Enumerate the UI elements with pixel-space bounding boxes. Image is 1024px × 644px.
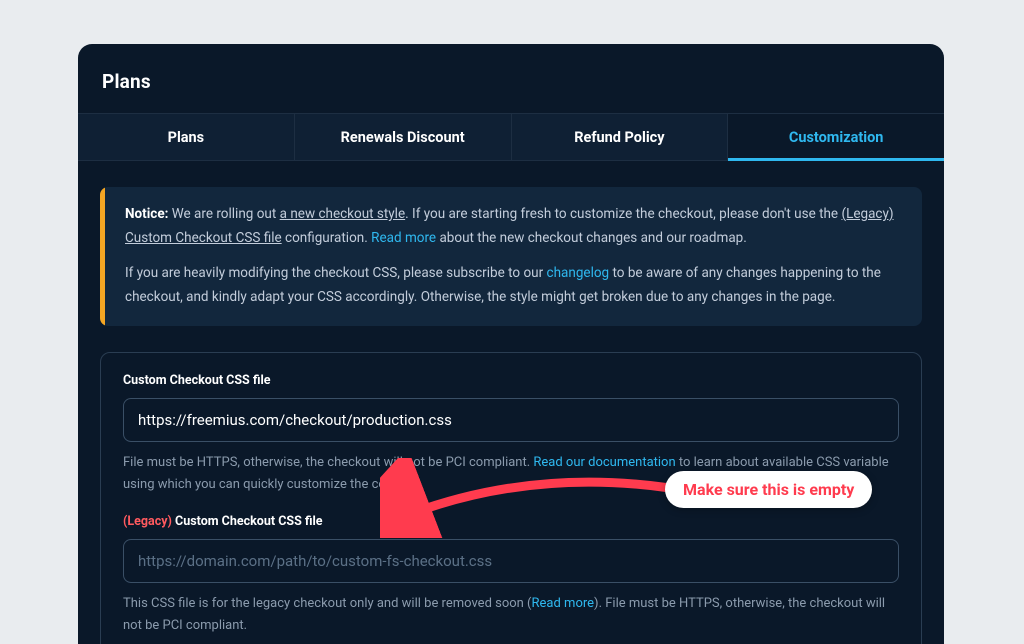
custom-css-label: Custom Checkout CSS file	[123, 373, 899, 388]
legacy-css-label: (Legacy) Custom Checkout CSS file	[123, 514, 899, 529]
notice-paragraph-2: If you are heavily modifying the checkou…	[125, 262, 902, 309]
tab-bar: Plans Renewals Discount Refund Policy Cu…	[78, 113, 944, 161]
tab-renewals-discount[interactable]: Renewals Discount	[295, 114, 512, 161]
custom-css-docs-link[interactable]: Read our documentation	[533, 455, 675, 470]
legacy-css-read-more-link[interactable]: Read more	[532, 596, 595, 611]
settings-panel: Plans Plans Renewals Discount Refund Pol…	[78, 44, 944, 644]
notice-paragraph-1: Notice: We are rolling out a new checkou…	[125, 203, 902, 250]
notice-banner: Notice: We are rolling out a new checkou…	[100, 187, 922, 326]
notice-body: Notice: We are rolling out a new checkou…	[105, 187, 922, 326]
page-title: Plans	[102, 70, 920, 93]
tab-plans[interactable]: Plans	[78, 114, 295, 161]
tab-content: Notice: We are rolling out a new checkou…	[78, 161, 944, 644]
tab-refund-policy[interactable]: Refund Policy	[512, 114, 729, 161]
notice-new-style-text: a new checkout style	[280, 206, 406, 222]
panel-header: Plans	[78, 44, 944, 113]
tab-customization[interactable]: Customization	[728, 114, 944, 161]
custom-css-input[interactable]	[123, 398, 899, 442]
legacy-css-helper: This CSS file is for the legacy checkout…	[123, 593, 899, 637]
notice-prefix: Notice:	[125, 206, 168, 222]
annotation-callout: Make sure this is empty	[665, 471, 872, 508]
legacy-tag: (Legacy)	[123, 514, 172, 529]
notice-changelog-link[interactable]: changelog	[547, 265, 610, 281]
legacy-css-input[interactable]	[123, 539, 899, 583]
field-legacy-css: (Legacy) Custom Checkout CSS file This C…	[123, 514, 899, 637]
notice-read-more-link[interactable]: Read more	[371, 230, 436, 246]
